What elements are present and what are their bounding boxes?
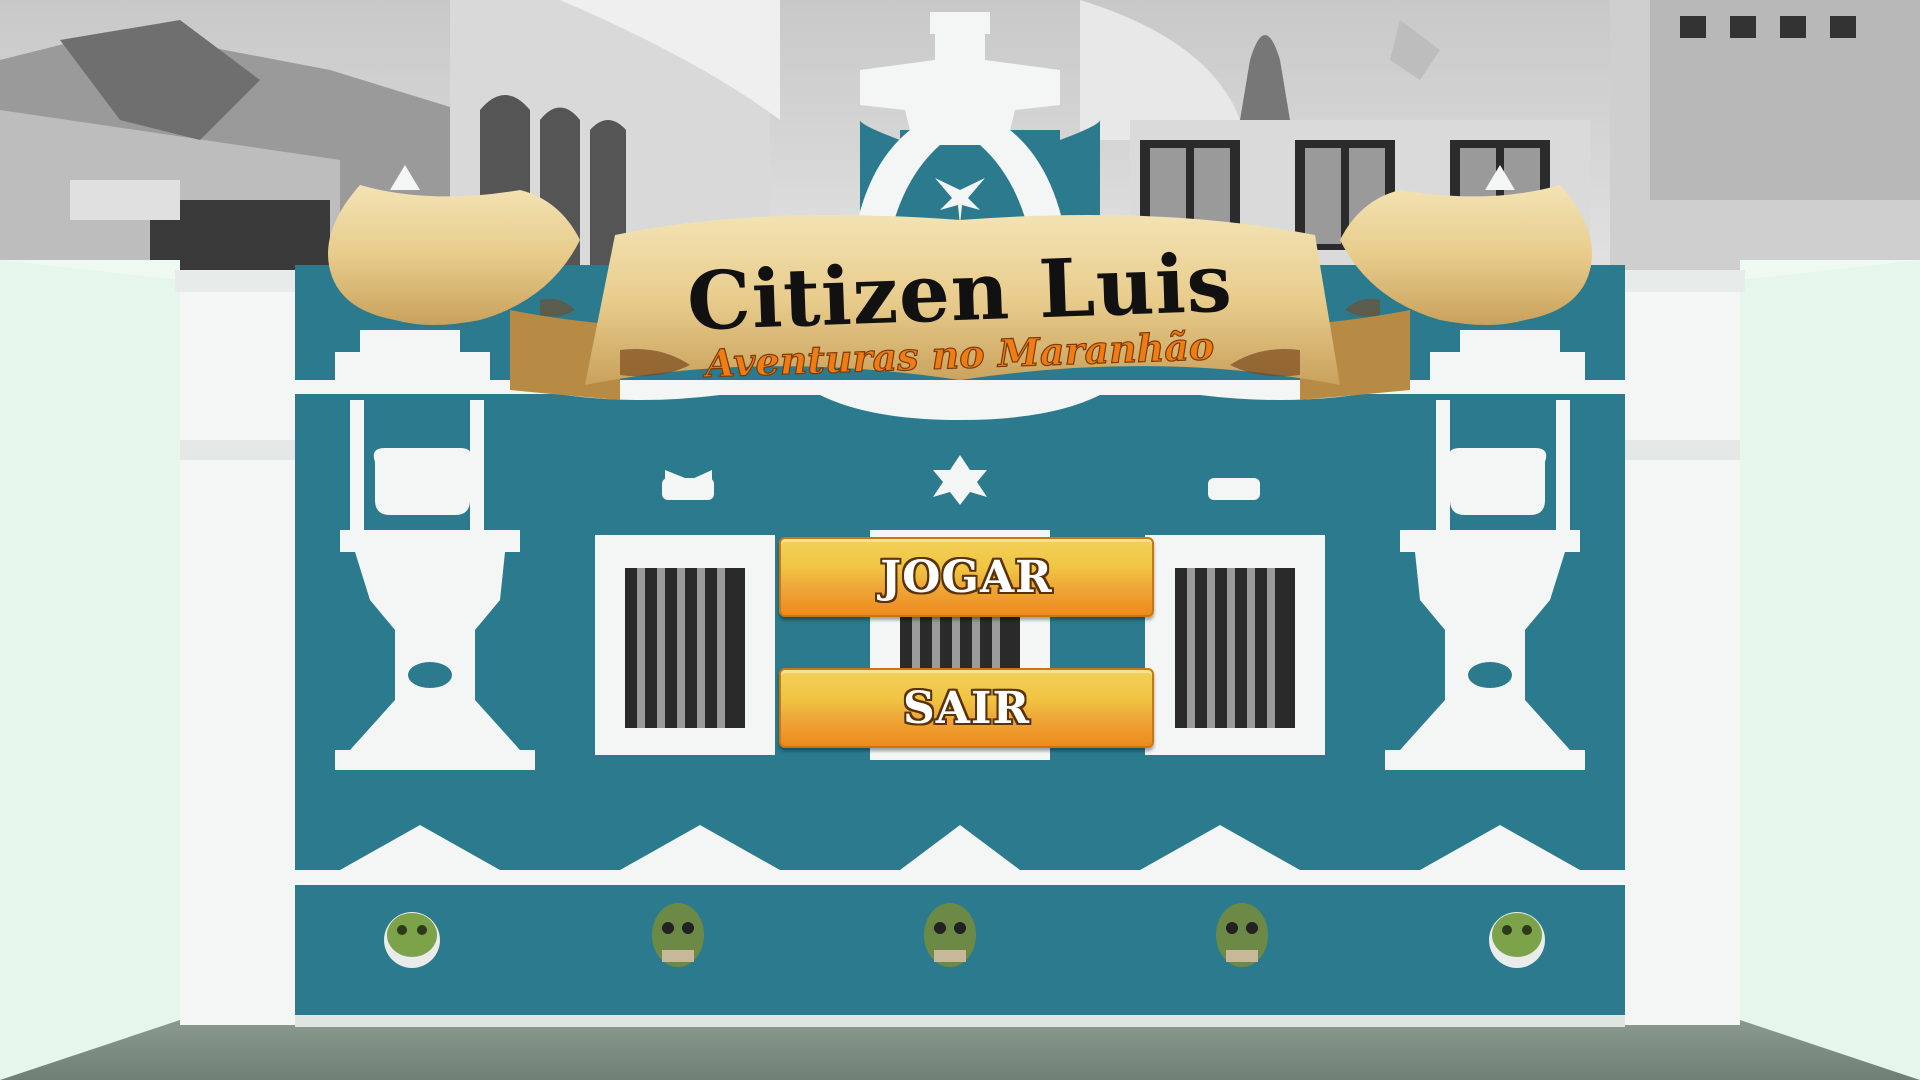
zombie-head-icon: [1216, 903, 1268, 967]
play-button[interactable]: JOGAR: [779, 537, 1154, 617]
floor: [0, 1020, 1920, 1080]
exit-button-label: SAIR: [902, 682, 1031, 734]
frog-head-icon: [384, 912, 440, 968]
exit-button[interactable]: SAIR: [779, 668, 1154, 748]
zombie-head-icon: [924, 903, 976, 967]
play-button-label: JOGAR: [880, 551, 1053, 603]
zombie-head-icon: [652, 903, 704, 967]
frog-head-icon: [1489, 912, 1545, 968]
